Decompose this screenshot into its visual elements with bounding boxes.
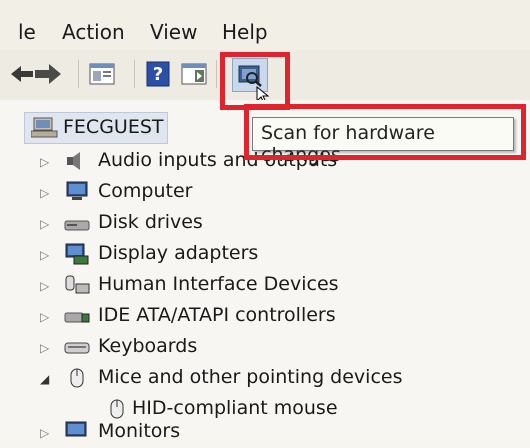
tree-item-keyboards[interactable]: ▷ Keyboards <box>0 333 530 363</box>
menu-help[interactable]: Help <box>222 20 268 44</box>
toolbar-separator <box>78 60 79 88</box>
forward-arrow-icon <box>35 64 61 84</box>
back-arrow-icon <box>11 66 33 82</box>
tree-item-label: IDE ATA/ATAPI controllers <box>98 304 336 326</box>
expand-arrow-icon[interactable]: ▷ <box>40 279 49 293</box>
help-button[interactable]: ? <box>144 60 172 88</box>
properties-button[interactable] <box>88 60 116 88</box>
toolbar-separator <box>134 60 135 88</box>
tree-item-computer[interactable]: ▷ Computer <box>0 178 530 208</box>
disk-drive-icon <box>64 220 90 231</box>
expand-arrow-icon[interactable]: ▷ <box>40 310 49 324</box>
tree-item-disk-drives[interactable]: ▷ Disk drives <box>0 209 530 239</box>
tree-item-label: Computer <box>98 180 193 202</box>
hid-icon <box>65 275 90 294</box>
collapse-arrow-icon[interactable]: ◢ <box>40 372 49 386</box>
view-pane-icon <box>181 63 207 85</box>
tree-item-ide-controllers[interactable]: ▷ IDE ATA/ATAPI controllers <box>0 302 530 332</box>
tree-item-label: Human Interface Devices <box>98 273 339 295</box>
keyboard-icon <box>64 342 90 354</box>
tree-item-label: Keyboards <box>98 335 198 357</box>
monitor-icon <box>65 421 87 437</box>
computer-icon <box>66 181 88 200</box>
expand-arrow-icon[interactable]: ▷ <box>40 155 49 169</box>
display-adapter-icon <box>65 243 89 265</box>
speaker-icon <box>67 152 80 170</box>
tree-item-monitors[interactable]: ▷ Monitors <box>0 418 530 448</box>
properties-icon <box>89 63 115 85</box>
tree-item-mice[interactable]: ◢ Mice and other pointing devices <box>0 364 530 394</box>
forward-button[interactable] <box>34 60 62 88</box>
mouse-icon <box>110 399 124 419</box>
tree-item-label: Display adapters <box>98 242 259 264</box>
menu-bar: le Action View Help <box>0 0 530 50</box>
menu-view[interactable]: View <box>150 20 197 44</box>
computer-root-icon <box>31 117 58 138</box>
highlight-box-tooltip <box>244 104 526 160</box>
toolbar-separator <box>216 60 217 88</box>
back-button[interactable] <box>8 60 36 88</box>
tree-item-display-adapters[interactable]: ▷ Display adapters <box>0 240 530 270</box>
tree-item-label: Monitors <box>98 420 181 442</box>
tree-root-label: FECGUEST <box>63 116 164 138</box>
ide-controller-icon <box>64 312 90 323</box>
expand-arrow-icon[interactable]: ▷ <box>40 248 49 262</box>
mouse-icon <box>70 368 84 388</box>
menu-action[interactable]: Action <box>62 20 125 44</box>
tree-item-hid[interactable]: ▷ Human Interface Devices <box>0 271 530 301</box>
expand-arrow-icon[interactable]: ▷ <box>40 217 49 231</box>
help-icon: ? <box>146 61 170 87</box>
tree-item-label: HID-compliant mouse <box>132 397 338 419</box>
expand-arrow-icon[interactable]: ▷ <box>40 341 49 355</box>
svg-text:?: ? <box>153 64 163 85</box>
menu-file[interactable]: le <box>18 20 36 44</box>
tree-item-label: Mice and other pointing devices <box>98 366 403 388</box>
tree-item-label: Disk drives <box>98 211 203 233</box>
view-pane-button[interactable] <box>180 60 208 88</box>
highlight-box-scan-button <box>220 52 290 110</box>
expand-arrow-icon[interactable]: ▷ <box>40 186 49 200</box>
tree-root-computer[interactable]: FECGUEST <box>24 112 168 144</box>
